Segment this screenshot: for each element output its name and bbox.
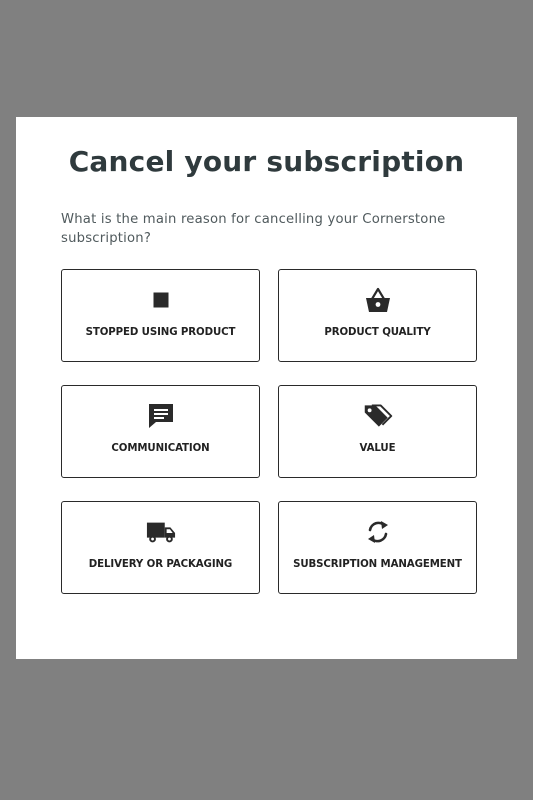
- option-communication[interactable]: COMMUNICATION: [61, 385, 260, 478]
- message-icon: [146, 402, 176, 430]
- option-delivery-or-packaging[interactable]: DELIVERY OR PACKAGING: [61, 501, 260, 594]
- price-tags-icon: [363, 402, 393, 430]
- stop-icon: [146, 286, 176, 314]
- option-stopped-using-product[interactable]: STOPPED USING PRODUCT: [61, 269, 260, 362]
- cancel-subscription-modal: Cancel your subscription What is the mai…: [16, 117, 517, 659]
- option-label: STOPPED USING PRODUCT: [85, 327, 236, 338]
- truck-icon: [146, 518, 176, 546]
- option-label: SUBSCRIPTION MANAGEMENT: [293, 559, 462, 570]
- option-label: PRODUCT QUALITY: [324, 327, 431, 338]
- option-subscription-management[interactable]: SUBSCRIPTION MANAGEMENT: [278, 501, 477, 594]
- option-product-quality[interactable]: PRODUCT QUALITY: [278, 269, 477, 362]
- option-label: VALUE: [359, 443, 396, 454]
- option-label: COMMUNICATION: [111, 443, 210, 454]
- option-value[interactable]: VALUE: [278, 385, 477, 478]
- basket-icon: [363, 286, 393, 314]
- option-label: DELIVERY OR PACKAGING: [88, 559, 233, 570]
- refresh-icon: [363, 518, 393, 546]
- reason-question: What is the main reason for cancelling y…: [61, 212, 446, 246]
- modal-title: Cancel your subscription: [68, 145, 465, 178]
